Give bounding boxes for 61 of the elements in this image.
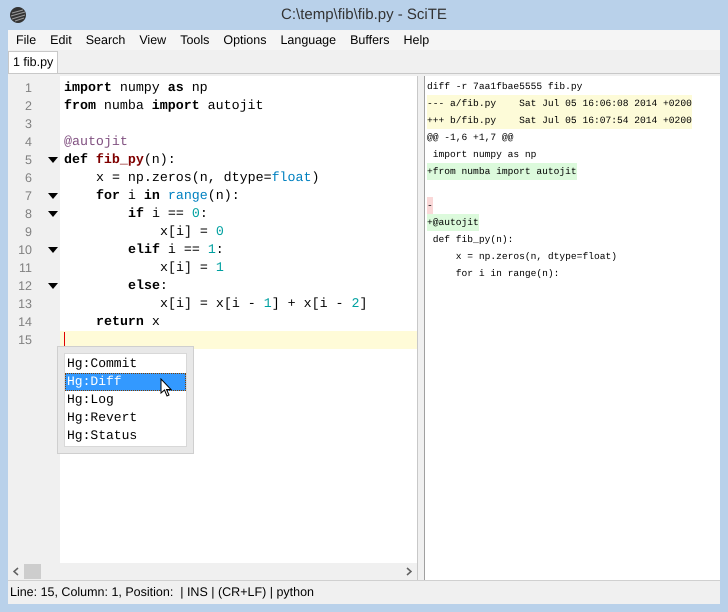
code-line: x[i] = 1: [159, 259, 224, 277]
code-line: @autojit: [64, 133, 128, 151]
code-line: if i == 0:: [127, 205, 208, 223]
line-number: 15: [17, 332, 32, 349]
line-number: 8: [24, 206, 32, 223]
line-number: 6: [24, 170, 32, 187]
code-line: from numba import autojit: [64, 97, 264, 115]
line-number: 9: [24, 224, 32, 241]
fold-marker-icon[interactable]: [48, 283, 58, 289]
autocomplete-item[interactable]: Hg:Commit: [65, 355, 186, 373]
menu-item[interactable]: File: [9, 30, 44, 50]
fold-marker-icon[interactable]: [48, 157, 58, 163]
status-bar: Line: 15, Column: 1, Position: | INS | (CR+LF) | python: [8, 580, 720, 604]
code-line: return x: [95, 313, 160, 331]
line-number: 12: [17, 278, 32, 295]
menu-item[interactable]: Edit: [43, 30, 79, 50]
diff-line: for i in range(n):: [454, 267, 560, 281]
code-line: import numpy as np: [64, 79, 208, 97]
diff-line: diff -r 7aa1fbae5555 fib.py: [427, 80, 582, 94]
diff-line: def fib_py(n):: [432, 233, 514, 247]
fold-marker-icon[interactable]: [48, 193, 58, 199]
menu-item[interactable]: View: [132, 30, 174, 50]
code-line: x = np.zeros(n, dtype=float): [95, 169, 320, 187]
scroll-thumb[interactable]: [24, 564, 41, 579]
menu-item[interactable]: Options: [216, 30, 274, 50]
mouse-pointer-icon: [160, 378, 172, 397]
menu-item[interactable]: Tools: [173, 30, 216, 50]
file-tab[interactable]: 1 fib.py: [8, 51, 58, 73]
code-line: elif i == 1:: [127, 241, 224, 259]
diff-line: @@ -1,6 +1,7 @@: [427, 131, 514, 145]
line-number: 1: [24, 80, 32, 97]
line-number: 14: [17, 314, 32, 331]
line-number: 2: [24, 98, 32, 115]
autocomplete-item[interactable]: Hg:Status: [65, 427, 186, 445]
app-icon: [9, 6, 27, 24]
fold-marker-icon[interactable]: [48, 211, 58, 217]
code-line: else:: [127, 277, 168, 295]
window-title: C:\temp\fib\fib.py - SciTE: [281, 4, 447, 25]
menu-item[interactable]: Language: [273, 30, 344, 50]
line-number: 11: [18, 260, 32, 277]
code-line: def fib_py(n):: [64, 151, 176, 169]
code-line: x[i] = 0: [159, 223, 224, 241]
line-number: 3: [24, 116, 32, 133]
code-line: x[i] = x[i - 1] + x[i - 2]: [159, 295, 368, 313]
horizontal-scrollbar[interactable]: [8, 563, 417, 580]
line-number: 7: [24, 188, 32, 205]
scroll-left-icon[interactable]: [13, 567, 19, 576]
line-number: 4: [24, 134, 32, 151]
autocomplete-item[interactable]: Hg:Revert: [65, 409, 186, 427]
diff-line: import numpy as np: [432, 148, 536, 162]
line-number: 10: [17, 242, 32, 259]
line-number: 5: [24, 152, 32, 169]
diff-line: x = np.zeros(n, dtype=float): [454, 250, 617, 264]
code-line: for i in range(n):: [95, 187, 240, 205]
scroll-right-icon[interactable]: [406, 567, 412, 576]
menu-item[interactable]: Buffers: [343, 30, 396, 50]
line-number: 13: [17, 296, 32, 313]
autocomplete-item[interactable]: Hg:Log: [65, 391, 186, 409]
fold-marker-icon[interactable]: [48, 247, 58, 253]
menu-item[interactable]: Search: [78, 30, 132, 50]
menu-item[interactable]: Help: [396, 30, 436, 50]
